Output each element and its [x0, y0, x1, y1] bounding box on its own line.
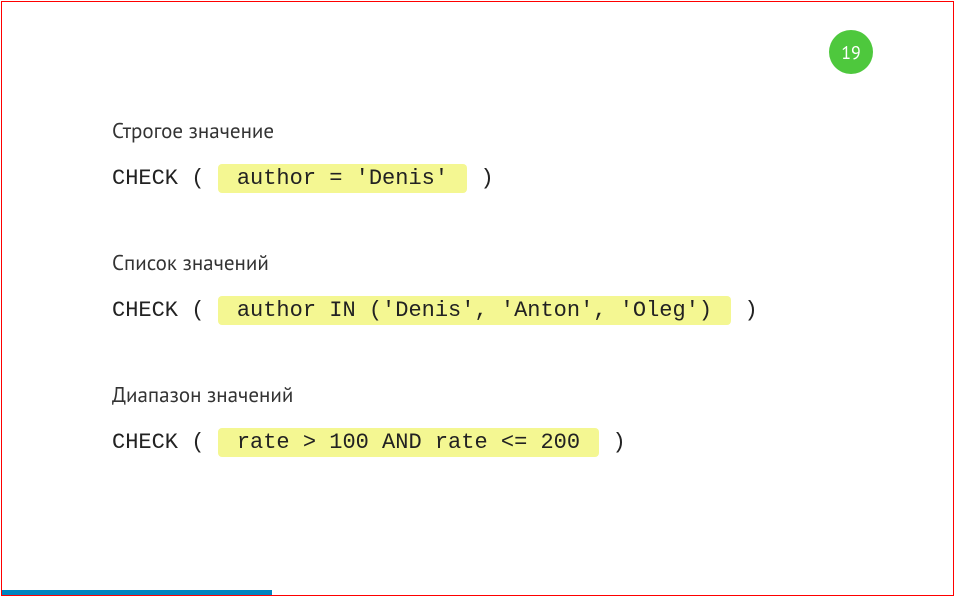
code-line: CHECK ( rate > 100 AND rate <= 200 ) [112, 430, 873, 455]
code-highlight: author = 'Denis' [218, 164, 468, 193]
paren-open: ( [178, 298, 218, 323]
section-range-values: Диапазон значений CHECK ( rate > 100 AND… [112, 381, 873, 455]
check-keyword: CHECK [112, 430, 178, 455]
section-title: Строгое значение [112, 117, 873, 144]
paren-open: ( [178, 166, 218, 191]
code-line: CHECK ( author IN ('Denis', 'Anton', 'Ol… [112, 298, 873, 323]
check-keyword: CHECK [112, 166, 178, 191]
progress-bar [2, 590, 272, 595]
section-title: Диапазон значений [112, 381, 873, 408]
section-list-values: Список значений CHECK ( author IN ('Deni… [112, 249, 873, 323]
page-number: 19 [841, 41, 861, 64]
page-number-badge: 19 [829, 30, 873, 74]
paren-close: ) [731, 298, 757, 323]
code-highlight: rate > 100 AND rate <= 200 [218, 428, 600, 457]
slide-frame: 19 Строгое значение CHECK ( author = 'De… [1, 1, 954, 596]
code-highlight: author IN ('Denis', 'Anton', 'Oleg') [218, 296, 732, 325]
check-keyword: CHECK [112, 298, 178, 323]
paren-open: ( [178, 430, 218, 455]
slide-content: Строгое значение CHECK ( author = 'Denis… [112, 117, 873, 513]
code-line: CHECK ( author = 'Denis' ) [112, 166, 873, 191]
paren-close: ) [467, 166, 493, 191]
section-title: Список значений [112, 249, 873, 276]
section-strict-value: Строгое значение CHECK ( author = 'Denis… [112, 117, 873, 191]
paren-close: ) [599, 430, 625, 455]
